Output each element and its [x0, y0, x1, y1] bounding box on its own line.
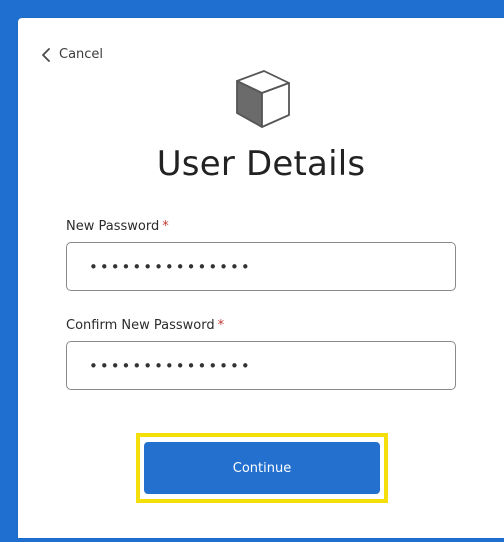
cube-icon — [229, 65, 295, 131]
continue-button[interactable]: Continue — [144, 442, 380, 494]
page-title: User Details — [156, 144, 366, 184]
cancel-link[interactable]: Cancel — [41, 47, 103, 62]
confirm-password-input[interactable] — [67, 342, 455, 389]
new-password-field[interactable] — [66, 242, 456, 291]
user-details-card: Cancel User Details New Password* Confir… — [18, 18, 504, 538]
new-password-label-text: New Password — [66, 219, 160, 234]
new-password-input[interactable] — [67, 243, 455, 290]
required-asterisk: * — [162, 219, 169, 234]
confirm-password-field[interactable] — [66, 341, 456, 390]
chevron-left-icon — [41, 47, 51, 62]
cancel-label: Cancel — [59, 47, 104, 62]
confirm-password-label-text: Confirm New Password — [66, 318, 215, 333]
required-asterisk: * — [217, 318, 225, 333]
new-password-label: New Password * — [66, 219, 169, 234]
confirm-password-label: Confirm New Password * — [66, 318, 224, 333]
